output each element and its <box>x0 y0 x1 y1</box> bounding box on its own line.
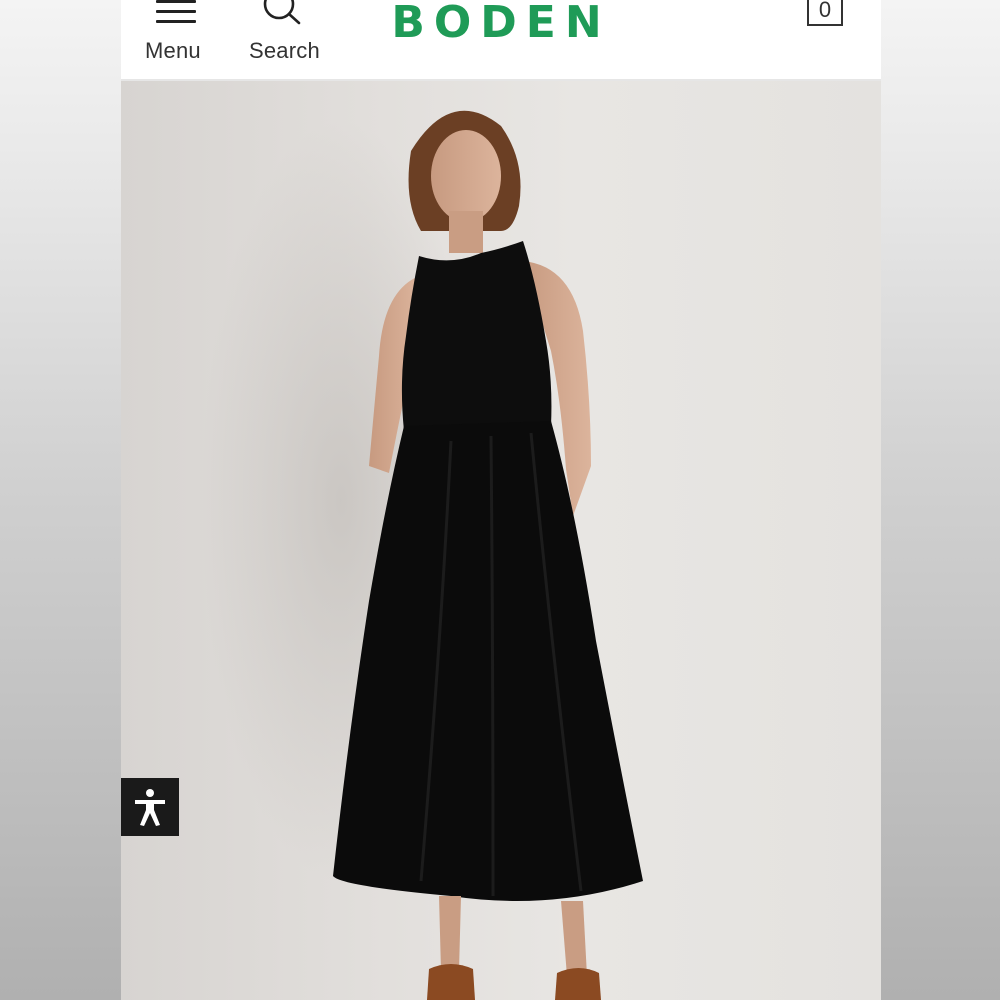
bag-count: 0 <box>818 0 832 22</box>
sandal-left <box>427 964 475 1000</box>
shopping-bag-icon: 0 <box>807 0 843 26</box>
model-illustration <box>201 110 643 1000</box>
page-frame: Menu Search BODEN 0 <box>121 0 881 1000</box>
accessibility-button[interactable] <box>121 778 179 836</box>
search-button[interactable]: Search <box>247 0 327 70</box>
face <box>431 130 501 222</box>
search-label: Search <box>249 38 320 63</box>
shopping-bag-button[interactable]: 0 <box>805 0 849 30</box>
dress-bodice <box>401 241 552 431</box>
right-blurred-margin <box>881 0 1000 1000</box>
product-hero-image <box>121 81 881 1000</box>
left-blurred-margin <box>0 0 121 1000</box>
boden-logo[interactable]: BODEN <box>379 0 623 46</box>
hamburger-icon <box>156 0 196 24</box>
accessibility-person-icon <box>135 789 165 826</box>
sandal-right <box>555 968 601 1000</box>
magnifier-icon <box>263 0 301 25</box>
leg-right <box>561 901 587 976</box>
leg-left <box>439 896 461 971</box>
menu-button[interactable]: Menu <box>143 0 209 70</box>
neck <box>449 211 483 253</box>
site-header: Menu Search BODEN 0 <box>121 0 881 81</box>
menu-label: Menu <box>145 38 201 63</box>
